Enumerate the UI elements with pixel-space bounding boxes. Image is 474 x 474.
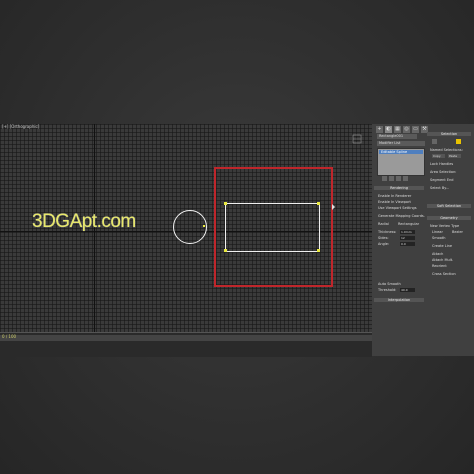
attach-button[interactable]: Attach (432, 252, 443, 256)
vertex-handle[interactable] (317, 249, 320, 252)
threshold-label: Threshold: (378, 288, 397, 292)
vertex-handle[interactable] (224, 249, 227, 252)
rectangle-shape[interactable] (225, 203, 320, 252)
pin-stack-icon[interactable] (382, 176, 387, 181)
rectangular-radio[interactable]: Rectangular (398, 222, 419, 226)
time-slider-label: 0 / 100 (2, 334, 17, 339)
tab-modify[interactable]: ◐ (385, 126, 392, 133)
viewcube-icon[interactable] (352, 134, 362, 144)
rollout-rendering[interactable]: Rendering (374, 186, 424, 190)
lock-handles-checkbox[interactable]: Lock Handles (430, 162, 453, 166)
enable-in-renderer-checkbox[interactable]: Enable In Renderer (378, 194, 411, 198)
angle-label: Angle: (378, 242, 390, 246)
new-vertex-type-label: New Vertex Type (430, 224, 460, 228)
reorient-checkbox[interactable]: Reorient (432, 264, 447, 268)
command-panel-tabs: + ◐ ▦ ◎ ▭ ⚒ (376, 126, 428, 134)
create-line-button[interactable]: Create Line (432, 244, 452, 248)
modifier-list-dropdown[interactable]: Modifier List (377, 141, 425, 146)
stack-toolbar (382, 176, 408, 181)
command-panel: + ◐ ▦ ◎ ▭ ⚒ Rectangle001 Modifier List E… (372, 124, 474, 356)
cross-section-button[interactable]: Cross Section (432, 272, 456, 276)
circle-shape[interactable] (173, 210, 207, 244)
vertex-level-icon[interactable] (432, 139, 437, 144)
segment-level-icon[interactable] (456, 139, 461, 144)
tab-motion[interactable]: ◎ (403, 126, 410, 133)
tab-hierarchy[interactable]: ▦ (394, 126, 401, 133)
make-unique-icon[interactable] (396, 176, 401, 181)
threshold-input[interactable]: 40.0 (400, 288, 415, 292)
auto-smooth-checkbox[interactable]: Auto Smooth (378, 282, 401, 286)
use-viewport-settings-checkbox[interactable]: Use Viewport Settings (378, 206, 417, 210)
thickness-label: Thickness: (378, 230, 397, 234)
rollout-geometry[interactable]: Geometry (427, 216, 471, 220)
segment-end-checkbox[interactable]: Segment End (430, 178, 454, 182)
smooth-radio[interactable]: Smooth (432, 236, 446, 240)
viewport-top[interactable]: [+] [Orthographic] 3DGApt.com (0, 124, 372, 332)
vertex-handle[interactable] (224, 202, 227, 205)
rollout-soft-selection[interactable]: Soft Selection (427, 204, 471, 208)
bezier-radio[interactable]: Bezier (452, 230, 463, 234)
vertex-handle[interactable] (203, 225, 205, 227)
time-slider[interactable]: 0 / 100 (0, 332, 372, 357)
rollout-selection[interactable]: Selection (427, 132, 471, 136)
viewport-label[interactable]: [+] [Orthographic] (2, 124, 39, 129)
sides-label: Sides: (378, 236, 389, 240)
angle-input[interactable]: 0.0 (400, 242, 415, 246)
stack-item[interactable]: Editable Spline (379, 150, 423, 154)
time-slider-track[interactable] (0, 335, 372, 341)
mouse-cursor-icon (332, 204, 335, 210)
max-application: [+] [Orthographic] 3DGApt.com 0 / 100 + … (0, 124, 474, 357)
copy-button[interactable]: Copy (432, 154, 445, 158)
object-name-field[interactable]: Rectangle001 (377, 134, 417, 139)
select-by-button[interactable]: Select By... (430, 186, 449, 190)
area-selection-checkbox[interactable]: Area Selection: (430, 170, 456, 174)
linear-radio[interactable]: Linear (432, 230, 443, 234)
vertex-handle[interactable] (317, 202, 320, 205)
backdrop-floor (0, 356, 474, 474)
tab-create[interactable]: + (376, 126, 383, 133)
show-end-result-icon[interactable] (389, 176, 394, 181)
modifier-stack[interactable]: Editable Spline (377, 148, 425, 176)
radial-radio[interactable]: Radial (378, 222, 389, 226)
named-selections-label: Named Selections: (430, 148, 463, 152)
tab-display[interactable]: ▭ (412, 126, 419, 133)
thickness-input[interactable]: 1.0mm (400, 230, 415, 234)
remove-modifier-icon[interactable] (403, 176, 408, 181)
attach-mult-button[interactable]: Attach Mult. (432, 258, 453, 262)
generate-mapping-checkbox[interactable]: Generate Mapping Coords. (378, 214, 425, 218)
watermark-text: 3DGApt.com (32, 211, 136, 232)
enable-in-viewport-checkbox[interactable]: Enable In Viewport (378, 200, 411, 204)
rollout-interpolation[interactable]: Interpolation (374, 298, 424, 302)
sides-input[interactable]: 12 (400, 236, 415, 240)
paste-button[interactable]: Paste (448, 154, 461, 158)
